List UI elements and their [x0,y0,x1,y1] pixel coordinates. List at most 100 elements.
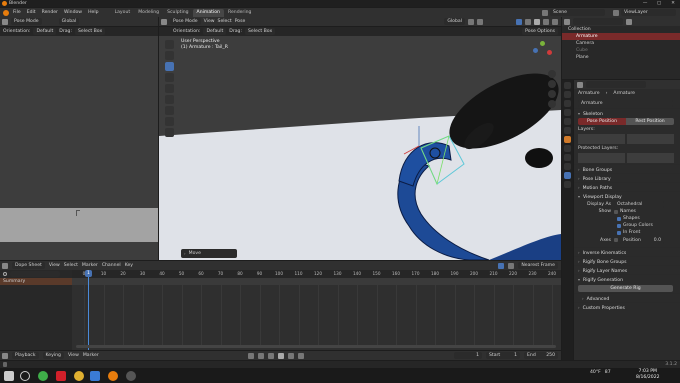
prev-key-icon[interactable] [258,352,265,359]
next-key-icon[interactable] [288,352,295,359]
operator-panel[interactable]: › Move [181,249,237,258]
generate-rig-button[interactable]: Generate Rig [578,284,673,292]
tool-measure[interactable] [164,117,174,126]
viewport-canvas[interactable]: User Perspective (1) Armature : Tail_R ›… [159,36,561,260]
render-tab-icon[interactable] [564,91,571,98]
tab-sculpting[interactable]: Sculpting [163,9,192,17]
scene-tab-icon[interactable] [564,118,571,125]
overlay-icon[interactable] [516,18,522,25]
viewport-menu-view[interactable]: View [204,19,215,24]
dopesheet-editor-icon[interactable] [2,262,8,269]
tab-modeling[interactable]: Modeling [134,9,163,17]
left-orientation-selector[interactable]: Default [33,28,57,35]
pose-position-button[interactable]: Pose Position [578,118,626,125]
obs-icon[interactable] [126,371,136,381]
names-checkbox[interactable] [614,209,618,214]
dopesheet-menu-marker[interactable]: Marker [82,263,98,268]
camera-view-icon[interactable] [548,90,556,98]
rigify-generation-panel[interactable]: ▾ Rigify Generation [574,274,680,283]
blender-menu-icon[interactable] [3,9,9,16]
world-tab-icon[interactable] [564,127,571,134]
dopesheet-menu-channel[interactable]: Channel [102,263,121,268]
outliner-editor-icon[interactable] [564,18,570,25]
view-layer-tab-icon[interactable] [564,109,571,116]
tab-layout[interactable]: Layout [111,9,135,17]
taskbar-search-icon[interactable] [20,371,30,381]
shading-material-icon[interactable] [543,18,549,25]
snap-mode-selector[interactable]: Nearest Frame [518,262,558,269]
show-hidden-icon[interactable] [508,262,515,269]
editor-type-icon[interactable] [2,18,8,25]
timeline-menu-view[interactable]: View [68,353,79,358]
pose-library-panel[interactable]: › Pose Library [574,173,680,182]
xray-icon[interactable] [525,18,531,25]
drag-selector[interactable]: Select Box [245,28,276,35]
modifier-tab-icon[interactable] [564,145,571,152]
jump-start-icon[interactable] [248,352,255,359]
tool-rotate[interactable] [164,73,174,82]
app-icon[interactable] [90,371,100,381]
timeline-menu-marker[interactable]: Marker [83,353,99,358]
viewport-display-panel[interactable]: ▾ Viewport Display [574,191,680,200]
playhead[interactable]: 1 [85,270,92,277]
shapes-checkbox[interactable] [617,216,621,221]
gizmo-y-icon[interactable] [540,41,545,46]
timeline-editor-icon[interactable] [2,352,8,359]
tool-pose-breakdowner[interactable] [164,128,174,137]
menu-window[interactable]: Window [64,10,82,15]
bone-groups-panel[interactable]: › Bone Groups [574,164,680,173]
snap-icon[interactable] [468,18,474,25]
rigify-bone-groups-panel[interactable]: › Rigify Bone Groups [574,256,680,265]
in-front-checkbox[interactable] [617,230,621,235]
tool-cursor[interactable] [164,51,174,60]
left-drag-selector[interactable]: Select Box [75,28,106,35]
left-mode-selector[interactable]: Pose Mode [11,18,42,25]
inverse-kinematics-panel[interactable]: › Inverse Kinematics [574,247,680,256]
clock[interactable]: 7:03 PM 8/16/2022 [636,369,660,381]
tool-move[interactable] [164,62,174,71]
end-frame-field[interactable]: End 250 [524,352,559,359]
properties-editor-icon[interactable] [577,81,583,88]
outliner-row-armature[interactable]: Armature [562,33,680,40]
pan-icon[interactable] [548,80,556,88]
axes-position-field[interactable]: Position 0.0 [620,236,664,244]
view-layer-selector[interactable]: ViewLayer [621,9,676,16]
physics-tab-icon[interactable] [564,154,571,161]
rigify-layer-names-panel[interactable]: › Rigify Layer Names [574,265,680,274]
outliner-row-camera[interactable]: Camera [562,40,680,47]
armature-name-field[interactable]: Armature [578,99,673,107]
outliner-row-cube[interactable]: Cube [562,47,680,54]
current-frame-field[interactable]: 1 [454,352,483,359]
tab-animation[interactable]: Animation [192,9,224,17]
outliner-row-plane[interactable]: Plane [562,54,680,61]
tool-scale[interactable] [164,84,174,93]
taskview-icon[interactable] [38,371,48,381]
viewport-menu-pose[interactable]: Pose [235,19,246,24]
opera-icon[interactable] [56,371,66,381]
menu-render[interactable]: Render [42,10,58,15]
tool-annotate[interactable] [164,106,174,115]
skeleton-panel-header[interactable]: ▾ Skeleton [574,108,680,117]
outliner-search-field[interactable] [573,18,623,25]
left-viewport-area[interactable] [0,36,158,260]
channel-summary[interactable]: Summary [0,278,72,285]
custom-properties-panel[interactable]: › Custom Properties [574,302,680,311]
shading-solid-icon[interactable] [534,18,540,25]
tab-rendering[interactable]: Rendering [224,9,255,17]
rest-position-button[interactable]: Rest Position [626,118,674,125]
dopesheet-timeline[interactable]: 0 10 20 30 40 50 60 70 80 90 100 110 120 130 140 150 160… [72,270,561,350]
play-reverse-icon[interactable] [268,352,275,359]
filter-icon[interactable] [626,18,632,25]
outliner-row-collection[interactable]: Collection [562,26,680,33]
armature-data-tab-icon[interactable] [564,172,571,179]
minimize-button[interactable]: — [638,1,652,6]
gizmo-z-icon[interactable] [533,48,538,53]
gizmo-x-icon[interactable] [547,50,552,55]
proportional-icon[interactable] [477,18,483,25]
dopesheet-menu-select[interactable]: Select [64,263,78,268]
group-colors-checkbox[interactable] [617,223,621,228]
menu-file[interactable]: File [13,10,21,15]
ortho-toggle-icon[interactable] [548,100,556,108]
orientation-selector[interactable]: Default [203,28,227,35]
properties-search-field[interactable] [586,81,646,88]
